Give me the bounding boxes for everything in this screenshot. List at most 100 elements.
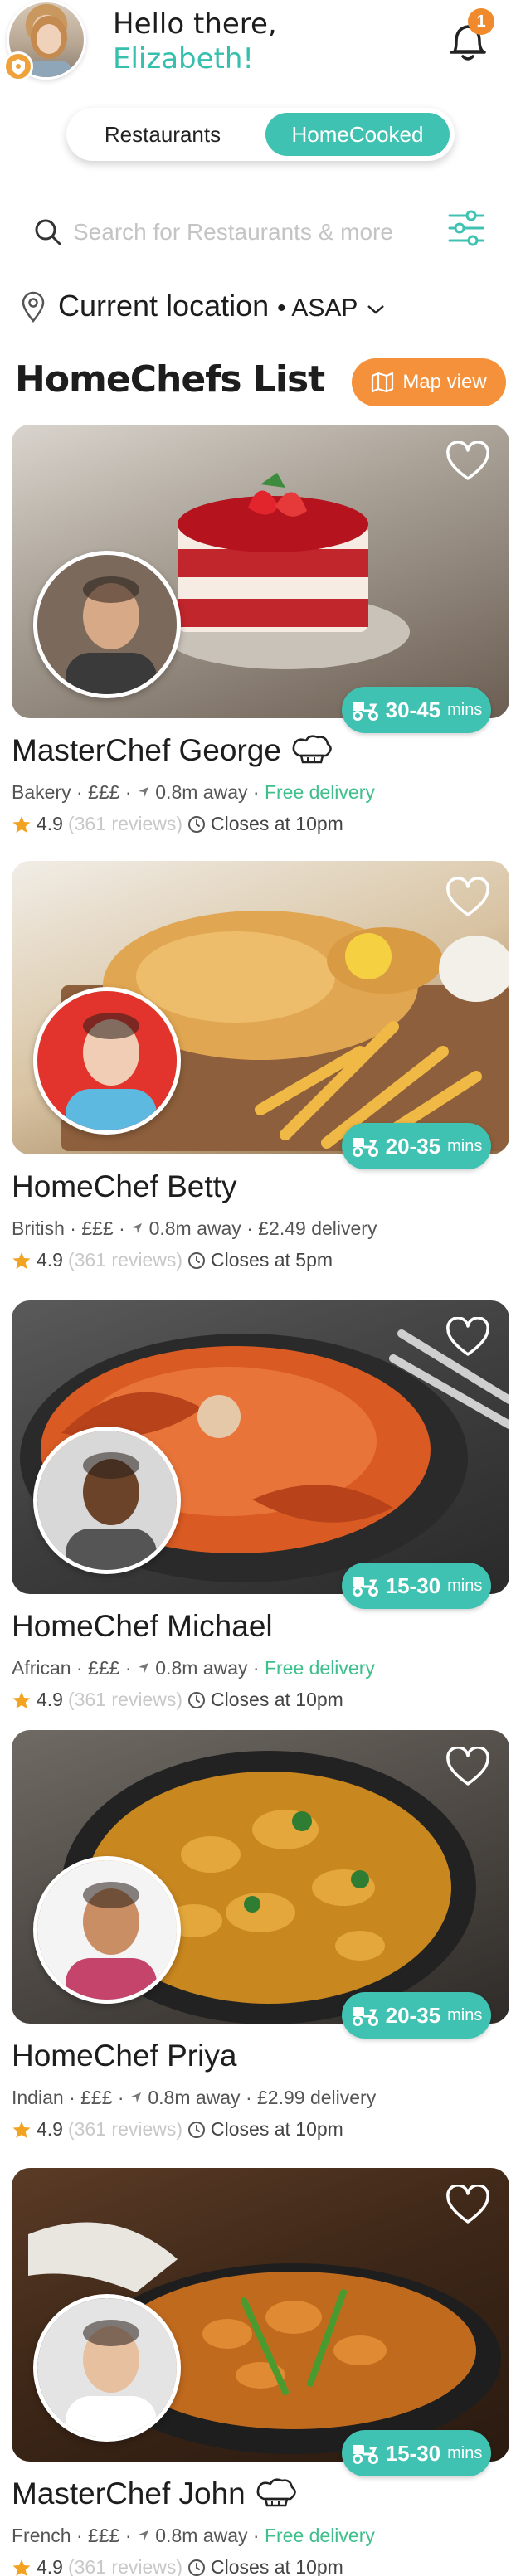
- delivery-time-badge: 30-45 mins: [342, 687, 491, 733]
- delivery-timing-separator: •: [277, 294, 292, 322]
- heart-icon: [446, 877, 489, 916]
- chef-name-row: HomeChef Michael: [12, 1609, 273, 1644]
- closing-time: Closes at 5pm: [211, 1249, 333, 1271]
- delivery-time-unit: mins: [447, 2005, 483, 2024]
- cuisine: African: [12, 1657, 71, 1679]
- chef-name-row: MasterChef George: [12, 733, 334, 768]
- navigation-arrow-icon: [138, 787, 148, 797]
- heart-icon: [446, 1316, 489, 1356]
- meta-separator: ·: [75, 781, 89, 803]
- meta-separator: ·: [70, 1218, 82, 1239]
- search-input[interactable]: Search for Restaurants & more: [73, 219, 393, 245]
- rating-row: 4.9 (361 reviews) Closes at 10pm: [12, 2556, 343, 2576]
- rating-value: 4.9: [36, 1249, 63, 1271]
- meta-separator: ·: [245, 2087, 258, 2108]
- search-bar[interactable]: Search for Restaurants & more: [33, 207, 423, 257]
- rating-value: 4.9: [36, 813, 63, 834]
- delivery-time: 20-35: [385, 2002, 441, 2028]
- greeting-line: Hello there,: [113, 7, 277, 41]
- meta-separator: ·: [75, 1657, 89, 1679]
- review-count[interactable]: (361 reviews): [68, 2556, 182, 2576]
- chef-meta: Bakery · £££ · 0.8m away · Free delivery: [12, 781, 375, 804]
- clock-icon: [188, 815, 206, 833]
- greeting-text: Hello there, Elizabeth!: [113, 7, 277, 76]
- delivery-time-badge: 20-35 mins: [342, 1992, 491, 2039]
- cuisine: French: [12, 2525, 71, 2546]
- meta-separator: ·: [119, 1218, 131, 1239]
- list-title: HomeChefs List: [15, 358, 325, 401]
- chef-avatar: [33, 987, 181, 1135]
- favorite-button[interactable]: [445, 877, 491, 919]
- location-text: Current location • ASAP: [58, 289, 386, 323]
- chef-meta: African · £££ · 0.8m away · Free deliver…: [12, 1657, 375, 1679]
- price-level: £££: [88, 2525, 120, 2546]
- chef-avatar: [33, 1856, 181, 2004]
- review-count[interactable]: (361 reviews): [68, 2118, 182, 2141]
- location-label: Current location: [58, 289, 270, 323]
- filter-button[interactable]: [446, 207, 486, 249]
- distance: 0.8m away: [155, 2525, 248, 2546]
- review-count[interactable]: (361 reviews): [68, 813, 182, 835]
- chef-name[interactable]: HomeChef Betty: [12, 1169, 236, 1204]
- navigation-arrow-icon: [130, 2092, 141, 2102]
- distance: 0.8m away: [148, 1218, 241, 1239]
- notification-count-badge: 1: [468, 8, 494, 35]
- favorite-button[interactable]: [445, 440, 491, 483]
- delivery-scooter-icon: [352, 2445, 378, 2464]
- meta-separator: ·: [124, 781, 137, 803]
- delivery-time-badge: 20-35 mins: [342, 1123, 491, 1169]
- tab-restaurants[interactable]: Restaurants: [71, 113, 254, 156]
- closing-time: Closes at 10pm: [211, 2118, 343, 2140]
- star-icon: [12, 2121, 31, 2138]
- chevron-down-icon: [367, 305, 385, 314]
- tab-homecooked[interactable]: HomeCooked: [265, 113, 450, 156]
- user-avatar[interactable]: [0, 0, 91, 81]
- chef-meta: Indian · £££ · 0.8m away · £2.99 deliver…: [12, 2087, 376, 2109]
- clock-icon: [188, 1252, 206, 1269]
- cuisine: Bakery: [12, 781, 71, 803]
- rating-row: 4.9 (361 reviews) Closes at 10pm: [12, 1689, 343, 1711]
- chef-name[interactable]: MasterChef George: [12, 733, 281, 768]
- rating-value: 4.9: [36, 2556, 63, 2576]
- delivery-time-badge: 15-30 mins: [342, 1563, 491, 1609]
- delivery-time-unit: mins: [447, 700, 483, 719]
- review-count[interactable]: (361 reviews): [68, 1249, 182, 1271]
- star-icon: [12, 1691, 31, 1708]
- cuisine: British: [12, 1218, 65, 1239]
- review-count[interactable]: (361 reviews): [68, 1689, 182, 1711]
- delivery-time: 20-35: [385, 1133, 441, 1159]
- closing-time: Closes at 10pm: [211, 1689, 343, 1710]
- meta-separator: ·: [124, 1657, 137, 1679]
- location-selector[interactable]: Current location • ASAP: [20, 285, 435, 327]
- notifications-button[interactable]: 1: [445, 8, 494, 66]
- distance: 0.8m away: [155, 781, 248, 803]
- chef-name[interactable]: MasterChef John: [12, 2476, 246, 2511]
- heart-icon: [446, 1746, 489, 1786]
- clock-icon: [188, 2121, 206, 2138]
- rating-value: 4.9: [36, 2118, 63, 2140]
- chef-name[interactable]: HomeChef Priya: [12, 2039, 236, 2073]
- chef-name[interactable]: HomeChef Michael: [12, 1609, 273, 1644]
- favorite-button[interactable]: [445, 1316, 491, 1358]
- chef-name-row: HomeChef Betty: [12, 1169, 236, 1204]
- map-icon: [372, 372, 394, 393]
- clock-icon: [188, 2559, 206, 2576]
- map-view-label: Map view: [402, 371, 487, 393]
- badge-icon: [3, 51, 33, 81]
- map-view-button[interactable]: Map view: [352, 358, 506, 406]
- chef-meta: British · £££ · 0.8m away · £2.49 delive…: [12, 1218, 377, 1240]
- delivery-time-badge: 15-30 mins: [342, 2430, 491, 2476]
- meta-separator: ·: [117, 2087, 129, 2108]
- chef-avatar: [33, 1427, 181, 1574]
- delivery-scooter-icon: [352, 702, 378, 721]
- delivery-scooter-icon: [352, 1138, 378, 1157]
- favorite-button[interactable]: [445, 1746, 491, 1788]
- mode-toggle: Restaurants HomeCooked: [66, 108, 455, 161]
- delivery-fee: Free delivery: [264, 781, 375, 803]
- delivery-fee: £2.99 delivery: [257, 2087, 377, 2108]
- delivery-time-unit: mins: [447, 1576, 483, 1595]
- favorite-button[interactable]: [445, 2184, 491, 2226]
- delivery-timing: ASAP: [291, 294, 358, 322]
- meta-separator: ·: [252, 781, 265, 803]
- price-level: £££: [88, 1657, 120, 1679]
